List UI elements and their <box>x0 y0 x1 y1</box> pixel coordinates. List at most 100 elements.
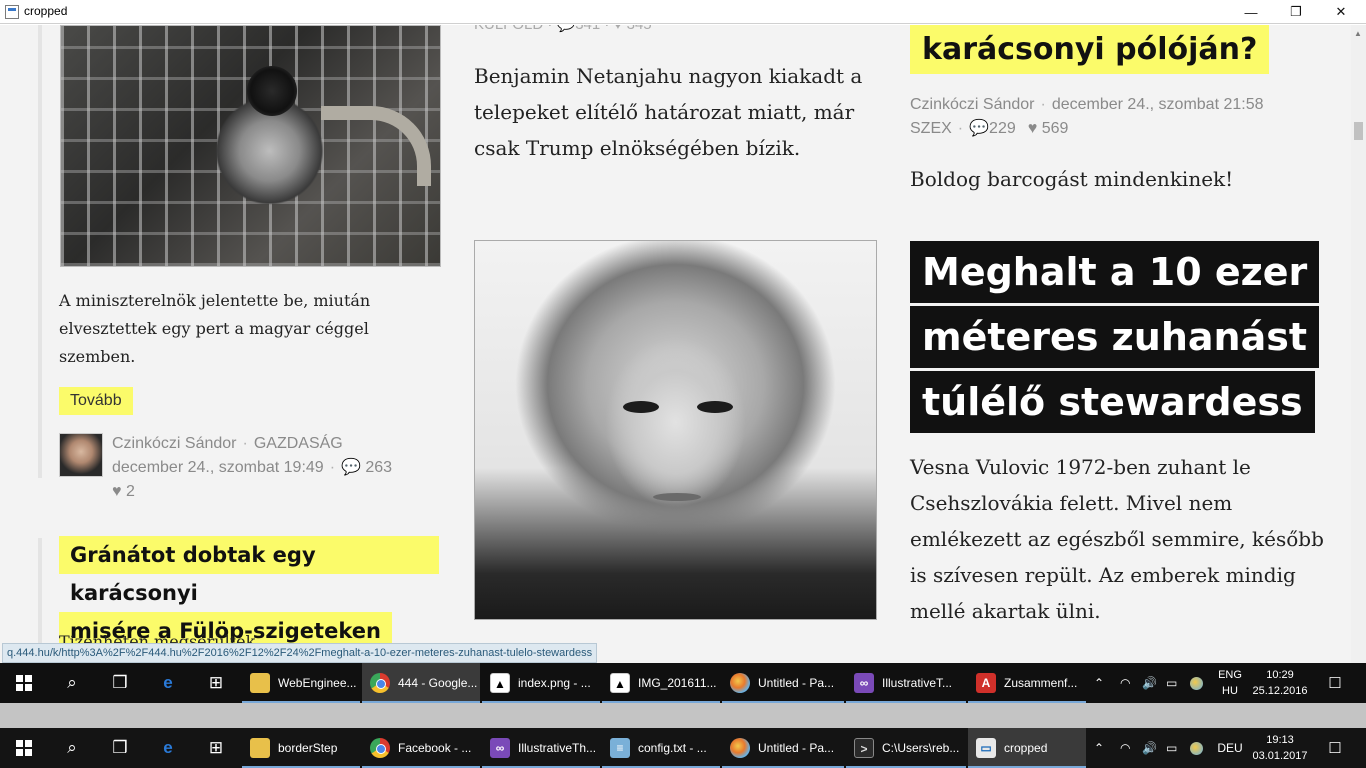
web-page: A miniszterelnök jelentette be, miután e… <box>0 25 1351 663</box>
windows-icon <box>16 740 32 756</box>
taskbar: ⌕ ❒ e ⊞ ⌃ ◠ 🔊 ▭ ENG HU 10:29 25.12.2016 … <box>0 663 1366 703</box>
taskbar-app-button[interactable]: WebEnginee... <box>242 663 360 703</box>
like-count[interactable]: ♥ 2 <box>112 483 135 500</box>
store-icon[interactable]: ⊞ <box>192 663 240 703</box>
image-detail <box>623 401 659 413</box>
read-more-link[interactable]: Tovább <box>59 387 133 415</box>
language-code: ENG <box>1218 669 1242 681</box>
image-icon: ▲ <box>490 673 510 693</box>
maximize-button[interactable]: ❐ <box>1273 0 1319 24</box>
weather-icon[interactable] <box>1190 663 1206 703</box>
battery-icon[interactable]: ▭ <box>1166 728 1186 768</box>
chrome-icon <box>370 738 390 758</box>
windows-icon <box>16 675 32 691</box>
volume-icon[interactable]: 🔊 <box>1142 728 1162 768</box>
taskbar-app-label: Untitled - Pa... <box>758 676 835 690</box>
clock-date: 03.01.2017 <box>1252 750 1308 762</box>
keyboard-layout: HU <box>1222 685 1238 697</box>
taskbar-app-button[interactable]: ▲ IMG_201611... <box>602 663 720 703</box>
language-indicator[interactable]: DEU <box>1214 728 1246 768</box>
folder-icon <box>250 673 270 693</box>
weather-icon[interactable] <box>1190 728 1206 768</box>
minimize-button[interactable]: — <box>1228 0 1274 24</box>
vertical-scrollbar[interactable]: ▲ <box>1351 25 1366 663</box>
taskbar-app-button[interactable]: Untitled - Pa... <box>722 663 844 703</box>
headline-line[interactable]: karácsonyi pólóján? <box>910 25 1270 74</box>
taskbar-app-button[interactable]: borderStep <box>242 728 360 768</box>
start-button[interactable] <box>0 663 48 703</box>
like-count[interactable]: ♥ 569 <box>1028 120 1069 137</box>
notifications-icon[interactable]: ☐ <box>1320 728 1350 768</box>
tray-chevron-icon[interactable]: ⌃ <box>1094 728 1114 768</box>
taskbar-app-button[interactable]: ∞ IllustrativeT... <box>846 663 966 703</box>
headline-line[interactable]: Meghalt a 10 ezer <box>910 241 1320 303</box>
notifications-icon[interactable]: ☐ <box>1320 663 1350 703</box>
taskbar-app-button[interactable]: ▭ cropped <box>968 728 1086 768</box>
taskbar-app-button[interactable]: > C:\Users\reb... <box>846 728 966 768</box>
taskbar-app-button[interactable]: A Zusammenf... <box>968 663 1086 703</box>
close-button[interactable]: ✕ <box>1318 0 1364 24</box>
battery-icon[interactable]: ▭ <box>1166 663 1186 703</box>
headline-line[interactable]: túlélő stewardess <box>910 371 1315 433</box>
clock[interactable]: 19:13 03.01.2017 <box>1248 732 1312 764</box>
article-meta: Czinkóczi Sándor · GAZDASÁG december 24., … <box>112 435 393 500</box>
wifi-icon[interactable]: ◠ <box>1120 663 1140 703</box>
headline-line[interactable]: méteres zuhanást <box>910 306 1320 368</box>
taskbar-app-button[interactable]: 444 - Google... <box>362 663 480 703</box>
category-link[interactable]: SZEX <box>910 120 952 137</box>
image-detail <box>247 66 297 116</box>
taskbar-app-button[interactable]: ▲ index.png - ... <box>482 663 600 703</box>
start-button[interactable] <box>0 728 48 768</box>
category-link[interactable]: GAZDASÁG <box>254 435 343 452</box>
edge-icon[interactable]: e <box>144 663 192 703</box>
wifi-icon[interactable]: ◠ <box>1120 728 1140 768</box>
cmd-icon: > <box>854 738 874 758</box>
article-headline[interactable]: Meghalt a 10 ezer méteres zuhanást túlél… <box>910 241 1320 436</box>
comment-count[interactable]: 💬 263 <box>341 459 392 476</box>
taskbar-app-label: Facebook - ... <box>398 741 472 755</box>
author-link[interactable]: Czinkóczi Sándor <box>910 96 1035 113</box>
paint-icon <box>730 673 750 693</box>
headline-line[interactable]: Gránátot dobtak egy karácsonyi <box>59 536 439 605</box>
author-avatar[interactable] <box>59 433 103 477</box>
article-lead-text: Boldog barcogást mindenkinek! <box>910 167 1234 191</box>
status-bar-url: q.444.hu/k/http%3A%2F%2F444.hu%2F2016%2F… <box>2 643 598 663</box>
article-lead-text: Vesna Vulovic 1972-ben zuhant le Csehszl… <box>910 455 1324 623</box>
window-title: cropped <box>24 4 68 18</box>
volume-icon[interactable]: 🔊 <box>1142 663 1162 703</box>
language-indicator[interactable]: ENG HU <box>1213 667 1247 699</box>
image-icon: ▲ <box>610 673 630 693</box>
desktop-gap <box>0 703 1366 728</box>
taskbar-app-label: 444 - Google... <box>398 676 478 690</box>
paint-icon <box>730 738 750 758</box>
comment-count[interactable]: 💬229 <box>969 120 1016 137</box>
store-icon[interactable]: ⊞ <box>192 728 240 768</box>
article-date: december 24., szombat 19:49 <box>112 459 324 476</box>
task-view-icon[interactable]: ❒ <box>96 663 144 703</box>
folder-icon <box>250 738 270 758</box>
taskbar-app-label: IllustrativeT... <box>882 676 953 690</box>
scrollbar-thumb[interactable] <box>1354 122 1363 140</box>
article-headline[interactable]: karácsonyi pólóján? <box>910 25 1270 75</box>
tray-chevron-icon[interactable]: ⌃ <box>1094 663 1114 703</box>
author-link[interactable]: Czinkóczi Sándor <box>112 435 237 452</box>
edge-icon[interactable]: e <box>144 728 192 768</box>
scroll-up-arrow-icon[interactable]: ▲ <box>1354 29 1362 38</box>
visual-studio-icon: ∞ <box>854 673 874 693</box>
search-icon[interactable]: ⌕ <box>48 663 96 703</box>
task-view-icon[interactable]: ❒ <box>96 728 144 768</box>
article-date: december 24., szombat 21:58 <box>1051 96 1264 113</box>
taskbar-app-button[interactable]: Facebook - ... <box>362 728 480 768</box>
taskbar: ⌕ ❒ e ⊞ ⌃ ◠ 🔊 ▭ DEU 19:13 03.01.2017 ☐ b… <box>0 728 1366 768</box>
clock-time: 19:13 <box>1266 734 1294 746</box>
clock[interactable]: 10:29 25.12.2016 <box>1248 667 1312 699</box>
taskbar-app-label: Untitled - Pa... <box>758 741 835 755</box>
search-icon[interactable]: ⌕ <box>48 728 96 768</box>
taskbar-app-button[interactable]: ∞ IllustrativeTh... <box>482 728 600 768</box>
taskbar-app-label: C:\Users\reb... <box>882 741 960 755</box>
taskbar-app-button[interactable]: ≡ config.txt - ... <box>602 728 720 768</box>
image-detail <box>697 401 733 413</box>
article-image-portrait[interactable] <box>474 240 877 620</box>
article-image-industrial[interactable] <box>60 25 441 267</box>
taskbar-app-button[interactable]: Untitled - Pa... <box>722 728 844 768</box>
